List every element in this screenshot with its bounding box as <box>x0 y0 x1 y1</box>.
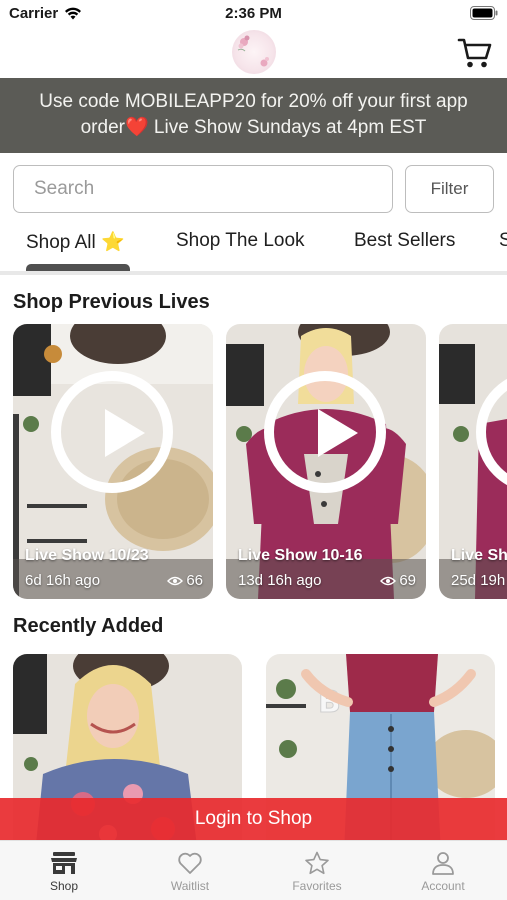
live-show-card[interactable]: Live Show 10 25d 19h <box>439 324 507 599</box>
status-bar: Carrier 2:36 PM <box>0 0 507 28</box>
section-title-previous-lives: Shop Previous Lives <box>13 291 210 313</box>
tabs-divider <box>0 271 507 275</box>
play-icon <box>105 409 145 457</box>
section-title-recently-added: Recently Added <box>13 615 164 637</box>
tab-best-sellers[interactable]: Best Sellers <box>354 230 455 252</box>
eye-icon <box>380 576 397 585</box>
battery-icon <box>470 6 498 20</box>
login-to-shop-button[interactable]: Login to Shop <box>0 798 507 840</box>
search-input[interactable]: Search <box>13 165 393 213</box>
person-icon <box>432 852 454 875</box>
live-show-views: 69 <box>380 572 416 589</box>
tab-shop-all[interactable]: Shop All ⭐ <box>26 230 125 254</box>
tab-shop-the-look[interactable]: Shop The Look <box>176 230 305 252</box>
nav-label-account: Account <box>421 879 465 893</box>
nav-item-waitlist[interactable]: Waitlist <box>145 851 235 893</box>
live-show-title: Live Show 10 <box>451 547 507 564</box>
store-icon <box>51 852 77 874</box>
boutique-logo[interactable] <box>232 30 276 74</box>
play-button[interactable] <box>264 371 386 493</box>
floral-logo-icon <box>237 35 269 67</box>
eye-icon <box>167 576 184 585</box>
play-icon <box>318 409 358 457</box>
nav-label-waitlist: Waitlist <box>170 879 210 893</box>
live-show-age: 6d 16h ago <box>25 572 101 589</box>
live-show-age: 25d 19h <box>451 572 506 589</box>
cart-icon <box>457 38 492 68</box>
search-placeholder: Search <box>34 178 95 199</box>
nav-item-favorites[interactable]: Favorites <box>272 851 362 893</box>
live-show-age: 13d 16h ago <box>238 572 322 589</box>
play-button[interactable] <box>51 371 173 493</box>
app-header <box>0 28 507 78</box>
tab-next-partial[interactable]: S <box>499 230 507 252</box>
live-show-card[interactable]: Live Show 10-16 13d 16h ago 69 <box>226 324 426 599</box>
view-count: 66 <box>186 572 203 589</box>
status-time: 2:36 PM <box>225 5 282 22</box>
promo-text: Use code MOBILEAPP20 for 20% off your fi… <box>39 91 468 138</box>
live-show-title: Live Show 10-16 <box>238 547 363 564</box>
heart-icon <box>178 852 202 874</box>
live-show-views: 66 <box>167 572 203 589</box>
bottom-nav: Shop Waitlist Favorites Account <box>0 840 507 900</box>
promo-banner: Use code MOBILEAPP20 for 20% off your fi… <box>0 78 507 153</box>
filter-button[interactable]: Filter <box>405 165 494 213</box>
live-show-title: Live Show 10/23 <box>25 547 149 564</box>
nav-item-account[interactable]: Account <box>398 851 488 893</box>
nav-label-favorites: Favorites <box>292 879 342 893</box>
live-show-card[interactable]: Live Show 10/23 6d 16h ago 66 <box>13 324 213 599</box>
category-tabs: Shop All ⭐ Shop The Look Best Sellers S <box>0 222 507 274</box>
nav-item-shop[interactable]: Shop <box>19 851 109 893</box>
view-count: 69 <box>399 572 416 589</box>
star-icon <box>305 851 329 875</box>
cart-button[interactable] <box>457 36 493 70</box>
nav-label-shop: Shop <box>49 879 79 893</box>
